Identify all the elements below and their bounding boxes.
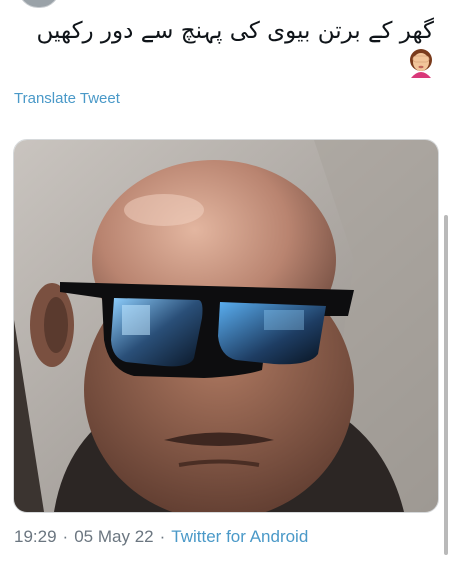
separator-dot: ·	[62, 527, 69, 546]
tweet-date: 05 May 22	[74, 527, 154, 546]
tweet-metadata: 19:29 · 05 May 22 · Twitter for Android	[14, 527, 308, 547]
tweet-source-link[interactable]: Twitter for Android	[171, 527, 308, 546]
tweet-text: گھر کے برتن بیوی کی پہنچ سے دور رکھیں	[36, 18, 434, 44]
scrollbar[interactable]	[444, 215, 448, 555]
tweet-time: 19:29	[14, 527, 57, 546]
translate-tweet-link[interactable]: Translate Tweet	[14, 90, 120, 107]
tweet-media-image[interactable]	[13, 139, 439, 513]
avatar[interactable]	[18, 0, 60, 8]
tweet-screenshot: گھر کے برتن بیوی کی پہنچ سے دور رکھیں Tr…	[0, 0, 450, 563]
separator-dot: ·	[159, 527, 166, 546]
woman-facepalming-icon	[406, 48, 436, 80]
